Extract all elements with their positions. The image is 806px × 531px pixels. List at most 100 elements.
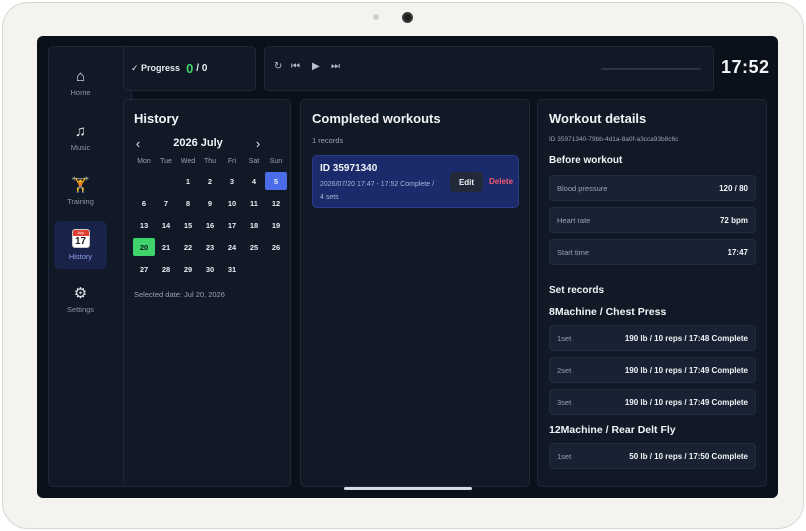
progress-done-count: 0 [186, 61, 194, 76]
workout-meta-line: 2026/07/20 17:47 - 17:52 Complete / [320, 181, 435, 188]
heart-rate-row: Heart rate 72 bpm [549, 207, 756, 233]
weightlifter-icon: 🏋 [71, 176, 90, 194]
history-panel: History ‹ 2026 July › Mon Tue Wed Thu Fr… [123, 99, 291, 487]
weekday: Mon [137, 158, 151, 165]
calendar-day[interactable]: 3 [221, 172, 243, 190]
calendar-day[interactable]: 9 [199, 194, 221, 212]
weekday: Sun [269, 158, 283, 165]
set-record-row: 1set 190 lb / 10 reps / 17:48 Complete [549, 325, 756, 351]
set-value: 190 lb / 10 reps / 17:49 Complete [624, 397, 748, 407]
set-number: 1set [557, 451, 572, 461]
sidebar-item-training[interactable]: 🏋 Training [54, 167, 107, 215]
start-time-row: Start time 17:47 [549, 239, 756, 265]
workout-uuid: ID 35971340-79bb-4d1a-8a0f-a3cca93b8c6c [549, 136, 679, 143]
calendar-day[interactable]: 24 [221, 238, 243, 256]
calendar-week: 6 7 8 9 10 11 12 [133, 194, 287, 212]
calendar-day[interactable]: 12 [265, 194, 287, 212]
playback-progress-bar[interactable] [601, 68, 701, 70]
history-title: History [134, 111, 179, 126]
calendar-day[interactable]: 27 [133, 260, 155, 278]
gear-icon: ⚙ [73, 284, 88, 302]
calendar-day[interactable]: 14 [155, 216, 177, 234]
calendar-day[interactable]: 22 [177, 238, 199, 256]
calendar-day[interactable]: 10 [221, 194, 243, 212]
sidebar-item-settings[interactable]: ⚙ Settings [54, 275, 107, 323]
home-icon: ⌂ [75, 67, 86, 85]
calendar-icon: July 17 [71, 229, 90, 248]
workout-meta-line: 4 sets [320, 194, 339, 201]
sidebar-item-label: Training [67, 196, 94, 206]
row-label: Blood pressure [557, 183, 608, 193]
weekday: Wed [180, 158, 196, 165]
calendar-day[interactable]: 17 [221, 216, 243, 234]
sidebar-item-music[interactable]: ♫ Music [54, 113, 107, 161]
calendar-day[interactable]: 11 [243, 194, 265, 212]
music-note-icon: ♫ [74, 122, 87, 140]
row-value: 120 / 80 [719, 183, 748, 193]
calendar-day[interactable]: 7 [155, 194, 177, 212]
calendar-day[interactable]: 21 [155, 238, 177, 256]
calendar-day[interactable]: 13 [133, 216, 155, 234]
delete-button[interactable]: Delete [489, 177, 513, 186]
tablet-frame: ⌂ Home ♫ Music 🏋 Training July 17 Histor… [2, 2, 804, 529]
calendar-day[interactable]: 30 [199, 260, 221, 278]
next-month-icon[interactable]: › [253, 136, 263, 151]
calendar-day[interactable]: 1 [177, 172, 199, 190]
calendar-day[interactable]: 2 [199, 172, 221, 190]
row-value: 72 bpm [719, 215, 748, 225]
set-value: 50 lb / 10 reps / 17:50 Complete [629, 451, 748, 461]
calendar-day[interactable]: 8 [177, 194, 199, 212]
calendar-day[interactable]: 29 [177, 260, 199, 278]
sidebar-item-history[interactable]: July 17 History [54, 221, 107, 269]
workout-id: ID 35971340 [320, 163, 378, 174]
set-record-row: 3set 190 lb / 10 reps / 17:49 Complete [549, 389, 756, 415]
home-indicator[interactable] [344, 487, 472, 490]
set-record-row: 1set 50 lb / 10 reps / 17:50 Complete [549, 443, 756, 469]
details-title: Workout details [549, 111, 647, 126]
calendar-day[interactable]: 15 [177, 216, 199, 234]
weekday: Tue [160, 158, 172, 165]
set-records-heading: Set records [549, 285, 605, 296]
next-track-icon[interactable]: ⏭ [331, 61, 340, 72]
edit-button[interactable]: Edit [450, 172, 483, 192]
sidebar-item-home[interactable]: ⌂ Home [54, 58, 107, 106]
calendar-day[interactable]: 19 [265, 216, 287, 234]
set-value: 190 lb / 10 reps / 17:49 Complete [624, 365, 748, 375]
calendar-day-selected[interactable]: 20 [133, 238, 155, 256]
row-label: Heart rate [557, 215, 591, 225]
calendar-day[interactable]: 25 [243, 238, 265, 256]
blood-pressure-row: Blood pressure 120 / 80 [549, 175, 756, 201]
calendar-day-highlighted[interactable]: 5 [265, 172, 287, 190]
completed-workouts-panel: Completed workouts 1 records ID 35971340… [300, 99, 530, 487]
selected-date-text: Selected date: Jul 20, 2026 [134, 290, 225, 299]
calendar-day[interactable]: 23 [199, 238, 221, 256]
calendar-day [243, 260, 265, 278]
progress-total: / 0 [196, 63, 208, 74]
calendar-day[interactable]: 26 [265, 238, 287, 256]
records-count: 1 records [312, 136, 344, 145]
set-number: 2set [557, 365, 572, 375]
play-icon[interactable]: ▶ [312, 61, 320, 72]
previous-track-icon[interactable]: ⏮ [291, 61, 300, 72]
music-player: ↻ ⏮ ▶ ⏭ [264, 46, 714, 91]
before-workout-heading: Before workout [549, 155, 623, 166]
calendar-day[interactable]: 31 [221, 260, 243, 278]
calendar-day[interactable]: 18 [243, 216, 265, 234]
prev-month-icon[interactable]: ‹ [133, 136, 143, 151]
calendar-week: 20 21 22 23 24 25 26 [133, 238, 287, 256]
calendar-day [265, 260, 287, 278]
workout-meta: 2026/07/20 17:47 - 17:52 Complete / 4 se… [320, 178, 450, 204]
set-number: 3set [557, 397, 572, 407]
progress-widget: ✓ Progress 0 / 0 [123, 46, 256, 91]
workout-details-panel: Workout details ID 35971340-79bb-4d1a-8a… [537, 99, 767, 487]
calendar-day[interactable]: 28 [155, 260, 177, 278]
completed-title: Completed workouts [312, 111, 441, 126]
progress-label: ✓ Progress [131, 63, 181, 73]
calendar-day[interactable]: 4 [243, 172, 265, 190]
calendar-day[interactable]: 16 [199, 216, 221, 234]
workout-card[interactable]: ID 35971340 2026/07/20 17:47 - 17:52 Com… [312, 155, 519, 208]
row-label: Start time [557, 247, 590, 257]
calendar-day[interactable]: 6 [133, 194, 155, 212]
sidebar-item-label: Settings [66, 304, 95, 314]
repeat-icon[interactable]: ↻ [274, 61, 282, 72]
